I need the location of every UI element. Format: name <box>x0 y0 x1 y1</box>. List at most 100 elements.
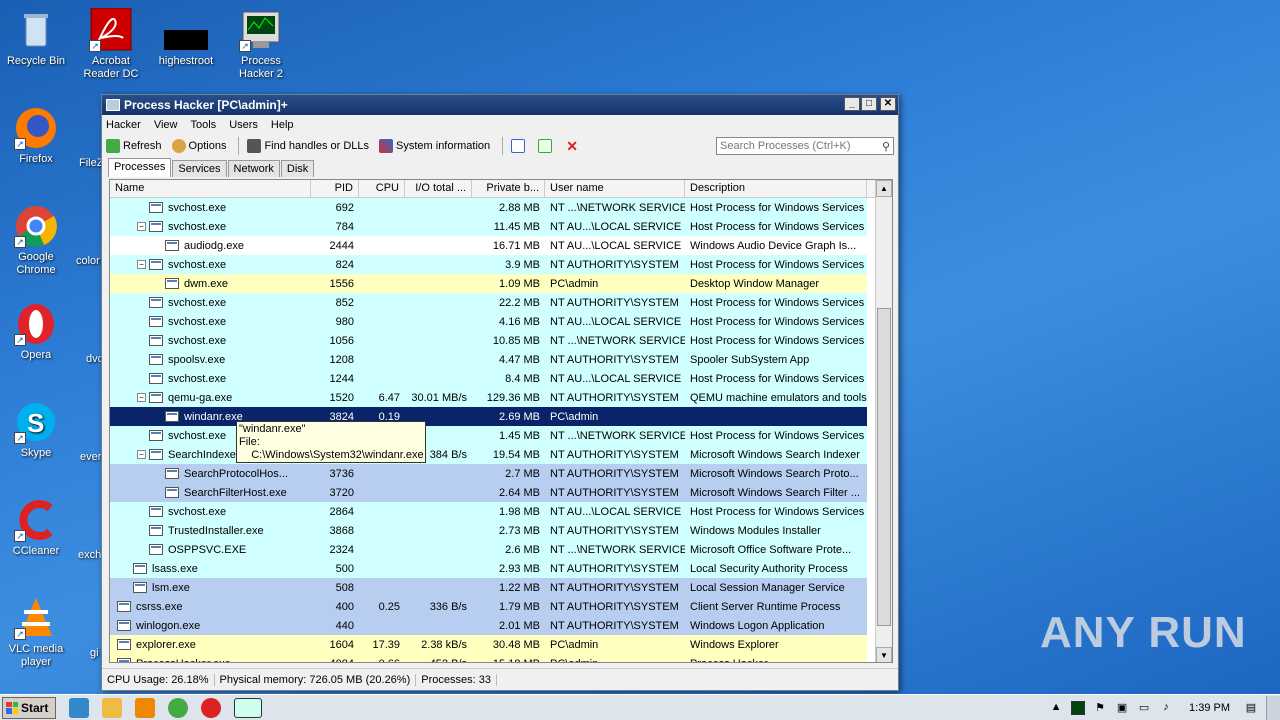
tab-processes[interactable]: Processes <box>108 158 172 177</box>
column-cpu[interactable]: CPU <box>359 180 405 197</box>
maximize-button[interactable]: □ <box>861 97 877 111</box>
system-information-button[interactable]: System information <box>379 139 490 153</box>
desktop-icon-recycle-bin[interactable]: Recycle Bin <box>0 8 74 68</box>
show-desktop-button[interactable] <box>1266 696 1280 720</box>
scroll-down-arrow-icon[interactable]: ▼ <box>876 647 892 662</box>
collapse-toggle-icon[interactable]: − <box>137 393 146 402</box>
process-desc-cell: Microsoft Windows Search Proto... <box>690 467 859 480</box>
column-name[interactable]: Name <box>110 180 311 197</box>
table-row[interactable]: SearchProtocolHos... 3736 2.7 MB NT AUTHORI… <box>110 464 867 483</box>
tab-disk[interactable]: Disk <box>280 160 315 177</box>
table-row[interactable]: − qemu-ga.exe 1520 6.47 30.01 MB/s 129.36 MB N… <box>110 388 867 407</box>
desktop-label-partial: ever <box>80 451 102 463</box>
desktop-icon-opera[interactable]: ↗ Opera <box>0 302 74 362</box>
collapse-toggle-icon[interactable]: − <box>137 450 146 459</box>
clock[interactable]: 1:39 PM <box>1189 702 1230 714</box>
start-button[interactable]: Start <box>2 696 56 719</box>
desktop-icon-highestroot[interactable]: highestroot <box>148 8 224 68</box>
table-row[interactable]: csrss.exe 400 0.25 336 B/s 1.79 MB NT AUTHORI… <box>110 597 867 616</box>
table-row[interactable]: windanr.exe 3824 0.19 2.69 MB PC\admin <box>110 407 867 426</box>
collapse-toggle-icon[interactable]: − <box>137 260 146 269</box>
vertical-scrollbar[interactable]: ▲ ▼ <box>875 180 892 662</box>
column-private-bytes[interactable]: Private b... <box>472 180 545 197</box>
process-hacker-window[interactable]: Process Hacker [PC\admin]+ _ □ ✕ Hacker … <box>101 94 899 691</box>
table-row[interactable]: svchost.exe 1244 8.4 MB NT AU...\LOCAL SERV… <box>110 369 867 388</box>
title-bar[interactable]: Process Hacker [PC\admin]+ _ □ ✕ <box>102 95 898 115</box>
table-row[interactable]: lsm.exe 508 1.22 MB NT AUTHORITY\SYSTEM Loca… <box>110 578 867 597</box>
column-description[interactable]: Description <box>685 180 867 197</box>
table-row[interactable]: svchost.exe 852 22.2 MB NT AUTHORITY\SYSTEM… <box>110 293 867 312</box>
scroll-up-arrow-icon[interactable]: ▲ <box>876 180 892 197</box>
desktop-icon-process-hacker[interactable]: ↗ Process Hacker 2 <box>223 8 299 81</box>
table-row[interactable]: − svchost.exe 824 3.9 MB NT AUTHORITY\SYSTEM… <box>110 255 867 274</box>
table-row[interactable]: svchost.exe 980 4.16 MB NT AU...\LOCAL SERV… <box>110 312 867 331</box>
process-cpu-cell: 17.39 <box>372 638 400 651</box>
table-row[interactable]: − SearchIndexer.exe 384 B/s 19.54 MB NT AUTH… <box>110 445 867 464</box>
volume-tray-icon[interactable]: ♪ <box>1159 701 1173 715</box>
desktop-icon-firefox[interactable]: ↗ Firefox <box>0 106 74 166</box>
process-tree[interactable]: Name PID CPU I/O total ... Private b... … <box>109 179 893 663</box>
table-row[interactable]: svchost.exe 1.45 MB NT ...\NETWORK SERVICE… <box>110 426 867 445</box>
menu-tools[interactable]: Tools <box>191 119 217 131</box>
terminate-button[interactable]: ✕ <box>565 139 582 153</box>
scroll-thumb[interactable] <box>877 308 891 626</box>
table-row[interactable]: lsass.exe 500 2.93 MB NT AUTHORITY\SYSTEM Lo… <box>110 559 867 578</box>
network-tray-icon[interactable]: ▣ <box>1115 701 1129 715</box>
ie-taskbar-icon[interactable] <box>69 697 89 718</box>
table-row[interactable]: winlogon.exe 440 2.01 MB NT AUTHORITY\SYSTE… <box>110 616 867 635</box>
notification-tray-icon[interactable]: ▤ <box>1244 701 1258 715</box>
process-desc-cell: Host Process for Windows Services <box>690 258 865 271</box>
column-user-name[interactable]: User name <box>545 180 685 197</box>
table-row[interactable]: explorer.exe 1604 17.39 2.38 kB/s 30.48 MB PC… <box>110 635 867 654</box>
table-row[interactable]: spoolsv.exe 1208 4.47 MB NT AUTHORITY\SYSTE… <box>110 350 867 369</box>
tray-expand-icon[interactable]: ▲ <box>1049 701 1063 715</box>
table-row[interactable]: TrustedInstaller.exe 3868 2.73 MB NT AUTHOR… <box>110 521 867 540</box>
options-button[interactable]: Options <box>171 139 226 153</box>
table-row[interactable]: svchost.exe 692 2.88 MB NT ...\NETWORK SERV… <box>110 198 867 217</box>
display-tray-icon[interactable]: ▭ <box>1137 701 1151 715</box>
process-hacker-tray-icon[interactable] <box>1071 701 1086 715</box>
desktop-icon-vlc[interactable]: ↗ VLC media player <box>0 596 74 669</box>
process-priv-cell: 1.79 MB <box>499 600 540 613</box>
process-pid-cell: 3868 <box>329 524 354 537</box>
desktop-icon-acrobat[interactable]: ↗ Acrobat Reader DC <box>73 7 149 81</box>
table-row[interactable]: svchost.exe 2864 1.98 MB NT AU...\LOCAL SER… <box>110 502 867 521</box>
process-hacker-taskbar-icon[interactable] <box>234 697 262 718</box>
table-row[interactable]: OSPPSVC.EXE 2324 2.6 MB NT ...\NETWORK SERV… <box>110 540 867 559</box>
desktop-icon-skype[interactable]: S ↗ Skype <box>0 400 74 460</box>
desktop-icon-chrome[interactable]: ↗ Google Chrome <box>0 204 74 277</box>
menu-view[interactable]: View <box>154 119 178 131</box>
close-button[interactable]: ✕ <box>880 97 896 111</box>
process-desc-cell: Host Process for Windows Services <box>690 201 865 214</box>
process-name: svchost.exe <box>168 372 227 385</box>
table-row[interactable]: − svchost.exe 784 11.45 MB NT AU...\LOCAL SE… <box>110 217 867 236</box>
refresh-button[interactable]: Refresh <box>106 139 162 153</box>
search-input[interactable]: Search Processes (Ctrl+K) ⚲ <box>716 137 894 155</box>
column-io-total[interactable]: I/O total ... <box>405 180 472 197</box>
table-row[interactable]: dwm.exe 1556 1.09 MB PC\admin Desktop Window… <box>110 274 867 293</box>
collapse-toggle-icon[interactable]: − <box>137 222 146 231</box>
opera-taskbar-icon[interactable] <box>201 697 221 718</box>
menu-hacker[interactable]: Hacker <box>106 119 141 131</box>
menu-users[interactable]: Users <box>229 119 258 131</box>
process-name: TrustedInstaller.exe <box>168 524 264 537</box>
table-row[interactable]: svchost.exe 1056 10.85 MB NT ...\NETWORK SE… <box>110 331 867 350</box>
minimize-button[interactable]: _ <box>844 97 860 111</box>
tab-services[interactable]: Services <box>172 160 227 177</box>
window-button[interactable] <box>511 139 528 153</box>
go-to-button[interactable] <box>538 139 555 153</box>
find-handles-button[interactable]: Find handles or DLLs <box>247 139 369 153</box>
table-row[interactable]: audiodg.exe 2444 16.71 MB NT AU...\LOCAL SE… <box>110 236 867 255</box>
media-player-taskbar-icon[interactable] <box>135 697 155 718</box>
process-user-cell: PC\admin <box>550 638 599 651</box>
process-user-cell: NT AUTHORITY\SYSTEM <box>550 296 679 309</box>
explorer-taskbar-icon[interactable] <box>102 697 122 718</box>
flag-tray-icon[interactable]: ⚑ <box>1093 701 1107 715</box>
column-pid[interactable]: PID <box>311 180 359 197</box>
chrome-taskbar-icon[interactable] <box>168 697 188 718</box>
desktop-icon-ccleaner[interactable]: ↗ CCleaner <box>0 498 74 558</box>
menu-help[interactable]: Help <box>271 119 294 131</box>
tab-network[interactable]: Network <box>227 160 280 177</box>
table-row[interactable]: SearchFilterHost.exe 3720 2.64 MB NT AUTHOR… <box>110 483 867 502</box>
table-row[interactable]: ProcessHacker.exe 40840.66452 B/s15.18 MB… <box>110 654 867 662</box>
